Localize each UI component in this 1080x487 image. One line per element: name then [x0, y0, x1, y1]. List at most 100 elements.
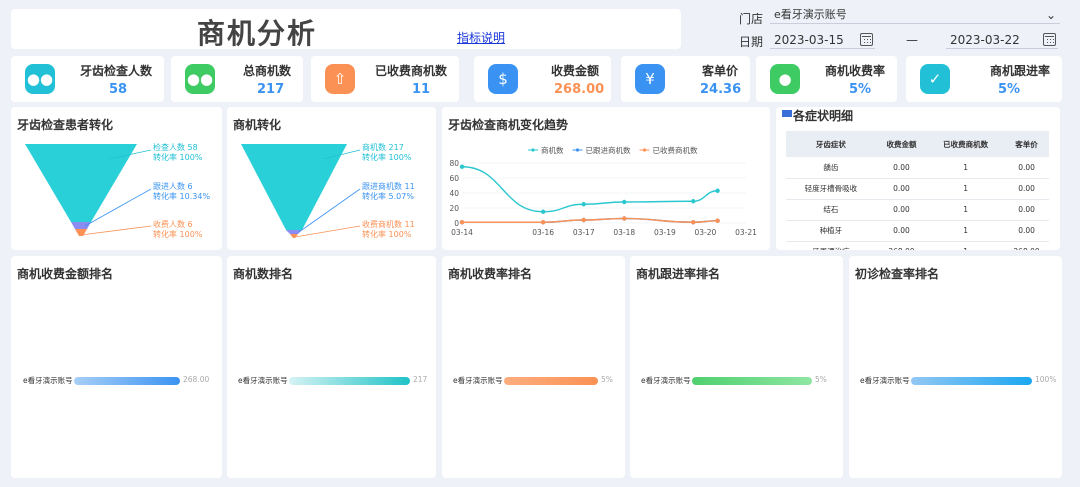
ranking-panel-follow-rate: 商机跟进率排名 e看牙演示账号 5% — [630, 256, 843, 478]
yen-icon: ¥ — [635, 64, 665, 94]
kpi-label: 商机跟进率 — [989, 64, 1050, 78]
money-bag-icon: $ — [488, 64, 518, 94]
table-cell: 轻度牙槽骨吸收 — [786, 178, 876, 200]
series-point — [691, 220, 696, 225]
rank-label: e看牙演示账号 — [23, 376, 73, 385]
panel-title: 各症状明细 — [793, 109, 854, 123]
ranking-panel-charge-amount: 商机收费金额排名 e看牙演示账号 268.00 — [11, 256, 222, 478]
rank-bar — [692, 377, 812, 385]
table-cell: 龋齿 — [786, 157, 876, 179]
funnel-label-follow: 跟进人数 6 转化率 10.34% — [153, 182, 210, 202]
column-header[interactable]: 已收费商机数 — [927, 131, 1005, 157]
y-tick-label: 20 — [449, 204, 459, 213]
date-end-value: 2023-03-22 — [950, 33, 1020, 47]
opportunity-funnel-panel: 商机转化 商机数 217 转化率 100% 跟进商机数 11 转化率 5.07%… — [227, 107, 436, 250]
table-cell: 268.00 — [1004, 241, 1049, 250]
store-select[interactable]: e看牙演示账号 ⌄ — [770, 6, 1060, 24]
kpi-label: 客单价 — [701, 64, 738, 78]
up-arrow-icon: ⇧ — [325, 64, 355, 94]
x-tick-label: 03-21 — [735, 228, 757, 237]
stage-rate-label: 转化率 — [153, 230, 177, 239]
column-header[interactable]: 牙齿症状 — [786, 131, 876, 157]
legend-dot — [575, 148, 580, 152]
table-cell: 1 — [927, 199, 1005, 221]
kpi-label: 总商机数 — [242, 64, 291, 78]
table-icon — [782, 110, 792, 117]
rank-bar — [504, 377, 598, 385]
series-point — [715, 218, 720, 223]
x-tick-label: 03-20 — [695, 228, 717, 237]
table-cell: 结石 — [786, 199, 876, 221]
indicator-help-link[interactable]: 指标说明 — [457, 29, 505, 46]
kpi-label: 已收费商机数 — [374, 64, 447, 78]
x-tick-label: 03-17 — [573, 228, 595, 237]
stage-name: 跟进人数 — [153, 182, 185, 191]
ranking-panel-first-visit-rate: 初诊检查率排名 e看牙演示账号 100% — [849, 256, 1062, 478]
trend-line-chart: 0 20 40 60 80 03-14 03-16 03-17 03-18 03-19 03-20 0… — [449, 145, 757, 237]
kpi-card-follow-rate: ✓ 商机跟进率 5% — [906, 56, 1062, 102]
rank-bar — [289, 377, 410, 385]
clipboard-check-icon: ✓ — [920, 64, 950, 94]
stage-rate-label: 转化率 — [362, 153, 386, 162]
calendar-icon[interactable] — [860, 33, 873, 46]
store-select-value: e看牙演示账号 — [774, 8, 847, 21]
table-cell: 0.00 — [1004, 178, 1049, 200]
table-cell: 0.00 — [875, 220, 928, 242]
date-end-input[interactable]: 2023-03-22 — [946, 31, 1058, 49]
table-cell: 1 — [927, 220, 1005, 242]
legend-dot — [531, 148, 535, 152]
column-header[interactable]: 客单价 — [1004, 131, 1049, 157]
x-tick-label: 03-14 — [451, 228, 473, 237]
date-separator: — — [906, 33, 918, 47]
stage-name: 检查人数 — [153, 143, 185, 152]
rank-value: 217 — [413, 375, 428, 384]
stage-rate: 100% — [179, 230, 203, 239]
table-row: 轻度牙槽骨吸收 0.00 1 0.00 — [786, 178, 1049, 200]
table-cell: 1 — [927, 157, 1005, 179]
legend-label: 商机数 — [541, 145, 564, 155]
series-line — [461, 166, 718, 213]
panel-title: 商机跟进率排名 — [636, 267, 721, 281]
stage-rate: 100% — [388, 153, 412, 162]
chevron-down-icon: ⌄ — [1045, 8, 1056, 22]
ranking-panel-charge-rate: 商机收费率排名 e看牙演示账号 5% — [442, 256, 625, 478]
series-point — [581, 202, 586, 207]
rank-value: 100% — [1035, 375, 1057, 384]
kpi-value: 11 — [412, 82, 431, 97]
funnel-label-charge: 收费人数 6 转化率 100% — [153, 220, 202, 240]
kpi-value: 24.36 — [700, 82, 742, 97]
funnel-label-opportunities: 商机数 217 转化率 100% — [362, 143, 411, 163]
table-row: 牙周漂治疗 268.00 1 268.00 — [786, 241, 1049, 250]
rank-value: 268.00 — [183, 375, 210, 384]
page-title: 商机分析 — [197, 17, 318, 50]
kpi-value: 217 — [257, 82, 285, 97]
calendar-icon[interactable] — [1043, 33, 1056, 46]
funnel-label-follow: 跟进商机数 11 转化率 5.07% — [362, 182, 415, 202]
ranking-panel-opportunity-count: 商机数排名 e看牙演示账号 217 — [227, 256, 436, 478]
series-point — [691, 199, 696, 204]
stage-name: 收费商机数 — [362, 220, 402, 229]
person-chart-icon: ● — [770, 64, 800, 94]
stage-count: 11 — [404, 220, 415, 229]
series-point — [540, 220, 546, 225]
stage-count: 6 — [187, 220, 193, 229]
stage-count: 58 — [187, 143, 198, 152]
date-start-input[interactable]: 2023-03-15 — [770, 31, 875, 49]
legend-label: 已跟进商机数 — [586, 145, 631, 155]
funnel-label-exam: 检查人数 58 转化率 100% — [153, 143, 202, 163]
series-point — [459, 220, 465, 225]
table-cell: 1 — [927, 178, 1005, 200]
panel-title: 商机收费金额排名 — [17, 267, 114, 281]
series-point — [540, 209, 546, 214]
legend-label: 已收费商机数 — [653, 145, 698, 155]
column-header[interactable]: 收费金额 — [875, 131, 928, 157]
table-cell: 0.00 — [875, 178, 928, 200]
kpi-card-avg-price: ¥ 客单价 24.36 — [621, 56, 750, 102]
series-line — [462, 217, 718, 223]
table-header-row: 牙齿症状 收费金额 已收费商机数 客单价 — [786, 131, 1049, 157]
table-row: 龋齿 0.00 1 0.00 — [786, 157, 1049, 179]
stage-count: 11 — [404, 182, 415, 191]
table-cell: 牙周漂治疗 — [786, 241, 876, 250]
stage-rate-label: 转化率 — [153, 192, 177, 201]
rank-label: e看牙演示账号 — [860, 376, 910, 385]
